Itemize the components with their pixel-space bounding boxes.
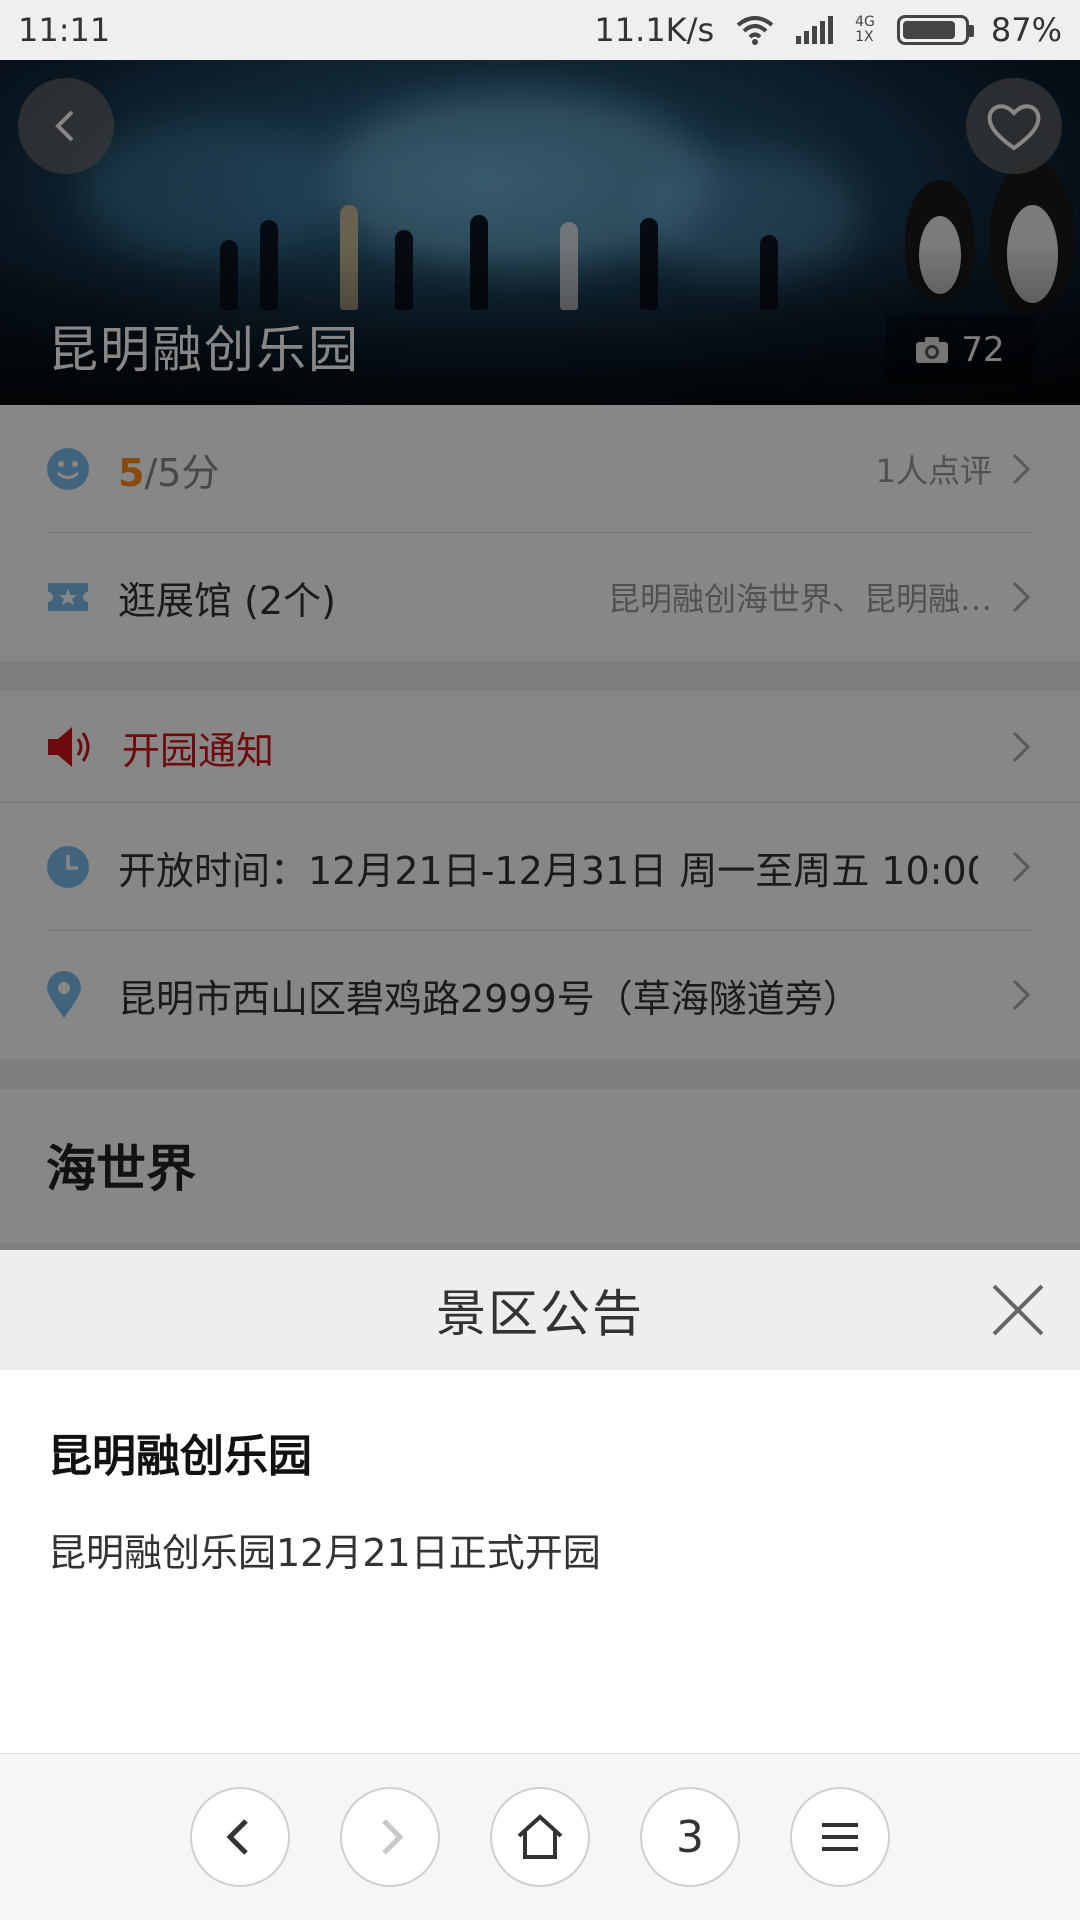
nav-home-button[interactable] (490, 1787, 590, 1887)
notice-heading: 昆明融创乐园 (48, 1431, 312, 1482)
home-icon (517, 1814, 563, 1859)
network-speed: 11.1K/s (594, 11, 715, 49)
sheet-title: 景区公告 (436, 1285, 644, 1343)
screen: 11:11 11.1K/s 4G 1X 87% 昆明融创乐园 72 5/5分 1… (0, 0, 1080, 1920)
browser-nav: 3 (0, 1753, 1080, 1920)
menu-icon (822, 1823, 858, 1851)
battery-percent: 87% (990, 11, 1062, 49)
chevron-right-icon (382, 1819, 404, 1855)
status-bar: 11:11 11.1K/s 4G 1X 87% (0, 0, 1080, 60)
notice-sheet: 景区公告 昆明融创乐园 昆明融创乐园12月21日正式开园 (0, 1250, 1080, 1755)
tabs-count: 3 (676, 1811, 704, 1863)
modal-overlay[interactable] (0, 0, 1080, 1250)
status-time: 11:11 (18, 11, 111, 49)
signal-icon (796, 16, 834, 44)
network-type: 4G 1X (855, 14, 875, 45)
sheet-header: 景区公告 (0, 1250, 1080, 1370)
close-button[interactable] (986, 1278, 1050, 1342)
nav-tabs-button[interactable]: 3 (640, 1787, 740, 1887)
nav-menu-button[interactable] (790, 1787, 890, 1887)
battery-icon (896, 15, 974, 45)
nav-back-button[interactable] (190, 1787, 290, 1887)
chevron-left-icon (226, 1819, 248, 1855)
wifi-icon (736, 16, 774, 45)
notice-text: 昆明融创乐园12月21日正式开园 (48, 1531, 601, 1575)
nav-forward-button[interactable] (340, 1787, 440, 1887)
close-icon (992, 1284, 1044, 1336)
sheet-body: 昆明融创乐园 昆明融创乐园12月21日正式开园 (0, 1370, 1080, 1577)
status-right: 11.1K/s 4G 1X 87% (594, 11, 1062, 49)
